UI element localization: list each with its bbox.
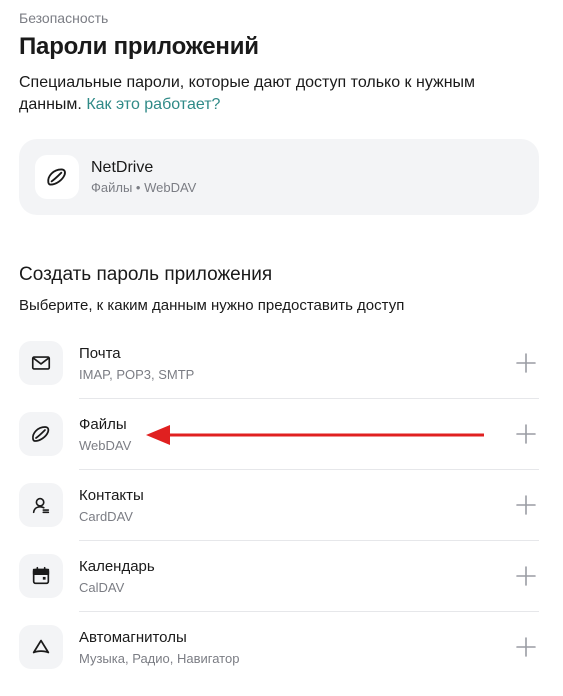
disk-icon bbox=[35, 155, 79, 199]
contacts-icon bbox=[19, 483, 63, 527]
existing-app-subtitle: Файлы • WebDAV bbox=[91, 180, 197, 195]
list-item-mail[interactable]: Почта IMAP, POP3, SMTP bbox=[19, 328, 539, 399]
car-radio-icon bbox=[19, 625, 63, 669]
item-title: Автомагнитолы bbox=[79, 629, 187, 646]
plus-icon[interactable] bbox=[515, 636, 537, 658]
password-type-list: Почта IMAP, POP3, SMTP Файлы WebDAV Конт… bbox=[19, 328, 539, 683]
create-section-title: Создать пароль приложения bbox=[19, 264, 273, 285]
list-item-contacts[interactable]: Контакты CardDAV bbox=[19, 470, 539, 541]
plus-icon[interactable] bbox=[515, 352, 537, 374]
list-item-car-radio[interactable]: Автомагнитолы Музыка, Радио, Навигатор bbox=[19, 612, 539, 683]
page-title: Пароли приложений bbox=[19, 33, 259, 60]
item-title: Файлы bbox=[79, 416, 127, 433]
mail-icon bbox=[19, 341, 63, 385]
item-subtitle: CardDAV bbox=[79, 509, 133, 524]
breadcrumb[interactable]: Безопасность bbox=[19, 10, 108, 26]
how-it-works-link[interactable]: Как это работает? bbox=[86, 96, 220, 113]
create-section-subtitle: Выберите, к каким данным нужно предостав… bbox=[19, 297, 405, 314]
item-title: Почта bbox=[79, 345, 121, 362]
calendar-icon bbox=[19, 554, 63, 598]
item-title: Календарь bbox=[79, 558, 155, 575]
item-subtitle: WebDAV bbox=[79, 438, 132, 453]
plus-icon[interactable] bbox=[515, 565, 537, 587]
item-subtitle: IMAP, POP3, SMTP bbox=[79, 367, 195, 382]
page-description: Специальные пароли, которые дают доступ … bbox=[19, 72, 499, 116]
existing-app-password-card[interactable]: NetDrive Файлы • WebDAV bbox=[19, 139, 539, 215]
existing-app-title: NetDrive bbox=[91, 159, 154, 176]
list-item-calendar[interactable]: Календарь CalDAV bbox=[19, 541, 539, 612]
item-title: Контакты bbox=[79, 487, 144, 504]
item-subtitle: CalDAV bbox=[79, 580, 125, 595]
plus-icon[interactable] bbox=[515, 494, 537, 516]
disk-icon bbox=[19, 412, 63, 456]
annotation-arrow bbox=[146, 425, 484, 445]
plus-icon[interactable] bbox=[515, 423, 537, 445]
item-subtitle: Музыка, Радио, Навигатор bbox=[79, 651, 240, 666]
